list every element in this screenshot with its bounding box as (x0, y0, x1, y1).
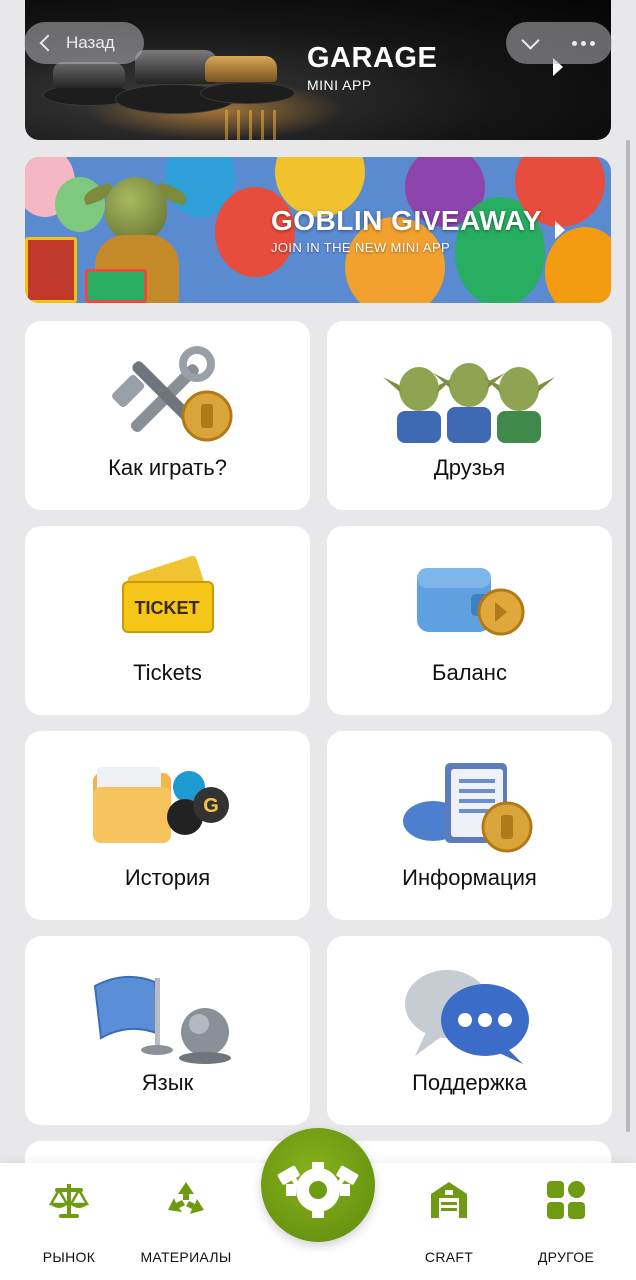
card-label: Язык (141, 1070, 194, 1095)
balance-card[interactable]: Баланс (327, 526, 612, 715)
how-to-play-card[interactable]: Как играть? (25, 321, 310, 510)
wallet-icon (417, 568, 525, 636)
recycle-icon (168, 1182, 204, 1214)
nav-market[interactable]: РЫНОК (9, 1178, 129, 1265)
language-card[interactable]: Язык (25, 936, 310, 1125)
scales-icon (48, 1184, 90, 1218)
nav-label: РЫНОК (42, 1249, 96, 1265)
friends-card[interactable]: Друзья (327, 321, 612, 510)
garage-banner[interactable]: GARAGE MINI APP (25, 0, 611, 140)
card-label: Tickets (133, 660, 202, 685)
nav-label: CRAFT (424, 1249, 474, 1265)
car-platform (200, 82, 295, 104)
warehouse-icon (431, 1182, 467, 1218)
gift-box-image (25, 237, 77, 303)
g-coin-icon-text: G (203, 795, 219, 817)
card-label: Как играть? (108, 455, 227, 480)
giveaway-banner-subtitle: JOIN IN THE NEW MINI APP (271, 240, 451, 255)
goblin-friends-icon (383, 363, 555, 443)
craft-main-button[interactable] (261, 1128, 375, 1242)
nav-label: ДРУГОЕ (537, 1249, 595, 1265)
back-button-label: Назад (66, 33, 115, 52)
card-label: Баланс (432, 660, 507, 685)
chevron-left-icon (39, 34, 57, 52)
play-arrow-icon (555, 221, 565, 239)
nav-materials[interactable]: МАТЕРИАЛЫ (126, 1178, 246, 1265)
back-button[interactable]: Назад (24, 22, 144, 64)
apps-grid-icon (547, 1181, 585, 1219)
gift-box-image (85, 269, 147, 303)
ticket-icon-text: TICKET (135, 598, 200, 618)
scrollbar[interactable] (626, 140, 630, 1132)
header-menu[interactable] (506, 22, 612, 64)
card-label: История (124, 865, 211, 890)
information-card[interactable]: Информация (327, 731, 612, 920)
folder-history-icon: G (93, 767, 229, 843)
more-dots-icon[interactable] (571, 40, 595, 46)
card-label: Информация (402, 865, 537, 890)
nav-craft[interactable]: CRAFT (389, 1178, 509, 1265)
card-label: Друзья (433, 455, 506, 480)
craft-gear-hammers-icon (277, 1162, 359, 1218)
info-document-icon (403, 763, 533, 853)
card-label: Поддержка (412, 1070, 527, 1095)
ticket-icon: TICKET (122, 555, 214, 633)
nav-other[interactable]: ДРУГОЕ (506, 1178, 626, 1265)
garage-banner-subtitle: MINI APP (307, 77, 372, 93)
chevron-down-icon[interactable] (520, 30, 540, 50)
garage-lights (225, 110, 285, 140)
tools-coin-icon (112, 346, 233, 442)
flag-globe-icon (93, 975, 231, 1064)
support-card[interactable]: Поддержка (327, 936, 612, 1125)
tickets-card[interactable]: TICKET Tickets (25, 526, 310, 715)
garage-banner-title: GARAGE (307, 42, 438, 74)
nav-label: МАТЕРИАЛЫ (140, 1249, 232, 1265)
vintage-car-image (205, 56, 277, 82)
giveaway-banner[interactable]: GOBLIN GIVEAWAY JOIN IN THE NEW MINI APP (25, 157, 611, 303)
vintage-car-image (53, 62, 125, 88)
history-card[interactable]: G История (25, 731, 310, 920)
giveaway-banner-title: GOBLIN GIVEAWAY (271, 205, 542, 236)
chat-bubbles-icon (405, 970, 529, 1064)
